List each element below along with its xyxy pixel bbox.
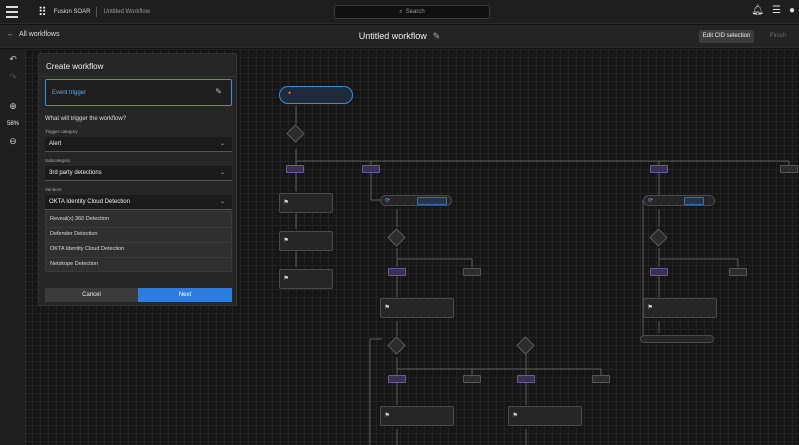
branch-pill[interactable] — [388, 375, 406, 383]
workflow-title-text: Untitled workflow — [358, 31, 427, 41]
branch-pill[interactable] — [388, 268, 406, 276]
flag-icon: ⚑ — [385, 411, 390, 419]
action-node[interactable]: ⚑ — [380, 298, 454, 318]
vendor-option[interactable]: Defender Detection — [50, 231, 97, 237]
action-node[interactable]: ⚑ — [279, 269, 333, 289]
trigger-category-select[interactable]: Alert ⌄ — [45, 137, 232, 152]
loop-icon: ⟳ — [385, 197, 391, 204]
flag-icon: ⚑ — [385, 303, 390, 311]
redo-icon[interactable]: ↷ — [0, 72, 26, 83]
divider — [96, 6, 98, 17]
vendor-option[interactable]: Netskope Detection — [50, 261, 98, 267]
branch-pill[interactable] — [729, 268, 747, 276]
top-right-icons: 🔔︎ ☰ ● — [751, 5, 795, 17]
zoom-in-icon[interactable]: ⊕ — [0, 101, 26, 112]
action-node[interactable]: ⚑ — [279, 193, 333, 213]
vendor-option[interactable]: Reveal(x) 360 Detection — [50, 216, 109, 222]
event-trigger-card[interactable]: Event trigger ✎ — [45, 79, 232, 106]
branch-pill[interactable] — [463, 268, 481, 276]
branch-pill[interactable] — [517, 375, 535, 383]
divider — [46, 257, 231, 258]
flag-icon: ⚑ — [284, 236, 289, 244]
search-placeholder: Search — [405, 9, 425, 15]
help-icon[interactable]: ☰ — [772, 5, 781, 17]
trigger-node[interactable]: ◆ — [279, 86, 353, 104]
trigger-category-label: Trigger category — [45, 129, 78, 134]
finish-button[interactable]: Finish — [760, 30, 796, 43]
loop-node[interactable]: ⟳ — [380, 195, 452, 206]
flag-icon: ⚑ — [648, 303, 653, 311]
chevron-up-icon: ⌄ — [219, 199, 225, 205]
vendors-dropdown: Reveal(x) 360 Detection Defender Detecti… — [45, 211, 232, 272]
trigger-category-value: Alert — [49, 141, 62, 147]
vendors-value: OKTA Identity Cloud Detection — [49, 199, 130, 205]
edit-cid-button[interactable]: Edit CID selection — [699, 30, 754, 43]
pencil-icon[interactable]: ✎ — [433, 31, 441, 41]
panel-title: Create workflow — [46, 62, 104, 71]
search-icon: ⌕ — [399, 8, 403, 15]
branch-pill[interactable] — [650, 165, 668, 173]
branch-pill[interactable] — [362, 165, 380, 173]
branch-pill[interactable] — [286, 165, 304, 173]
vendors-select[interactable]: OKTA Identity Cloud Detection ⌄ — [45, 195, 232, 210]
branch-pill[interactable] — [650, 268, 668, 276]
branch-pill[interactable] — [592, 375, 610, 383]
undo-icon[interactable]: ↶ — [0, 54, 26, 65]
document-title: Untitled Workflow — [103, 8, 151, 15]
branch-pill[interactable] — [463, 375, 481, 383]
trigger-icon: ◆ — [288, 90, 292, 96]
flag-icon: ⚑ — [513, 411, 518, 419]
chevron-down-icon: ⌄ — [219, 170, 225, 176]
flag-icon: ⚑ — [284, 274, 289, 282]
branch-pill[interactable] — [780, 165, 798, 173]
loop-end-node[interactable] — [640, 335, 714, 343]
next-button[interactable]: Next — [138, 288, 232, 302]
workflow-header: ← All workflows Untitled workflow ✎ Edit … — [0, 25, 799, 48]
create-workflow-panel: Create workflow Event trigger ✎ What wil… — [38, 53, 237, 306]
divider — [46, 242, 231, 243]
divider — [46, 227, 231, 228]
bell-icon[interactable]: 🔔︎ — [751, 5, 764, 17]
vendor-option[interactable]: OKTA Identity Cloud Detection — [50, 246, 124, 252]
action-node[interactable]: ⚑ — [279, 231, 333, 251]
search-input[interactable]: ⌕ Search — [334, 5, 490, 19]
pencil-icon[interactable]: ✎ — [215, 87, 222, 96]
app-title: Fusion SOAR — [53, 8, 91, 15]
action-node[interactable]: ⚑ — [380, 406, 454, 426]
event-trigger-label: Event trigger — [52, 90, 87, 96]
subcategory-select[interactable]: 3rd party detections ⌄ — [45, 166, 232, 181]
divider — [39, 76, 236, 77]
chevron-down-icon: ⌄ — [219, 141, 225, 147]
subcategory-label: Subcategory — [45, 158, 71, 163]
loop-node[interactable]: ⟳ — [643, 195, 715, 206]
falcon-logo-icon: ⠿ — [38, 4, 47, 19]
flag-icon: ⚑ — [284, 198, 289, 206]
action-node[interactable]: ⚑ — [643, 298, 717, 318]
trigger-question: What will trigger the workflow? — [45, 116, 127, 122]
action-node[interactable]: ⚑ — [508, 406, 582, 426]
subcategory-value: 3rd party detections — [49, 170, 102, 176]
menu-icon[interactable] — [6, 3, 24, 21]
workflow-title: Untitled workflow ✎ — [0, 31, 799, 42]
zoom-level: 58% — [6, 121, 19, 127]
zoom-out-icon[interactable]: ⊖ — [0, 136, 26, 147]
vendors-label: Vendors — [45, 187, 62, 192]
canvas-toolbar: ↶ ↷ ⊕ 58% ⊖ — [0, 49, 26, 445]
cancel-button[interactable]: Cancel — [45, 288, 138, 302]
loop-icon: ⟳ — [648, 197, 654, 204]
user-icon[interactable]: ● — [789, 5, 795, 17]
